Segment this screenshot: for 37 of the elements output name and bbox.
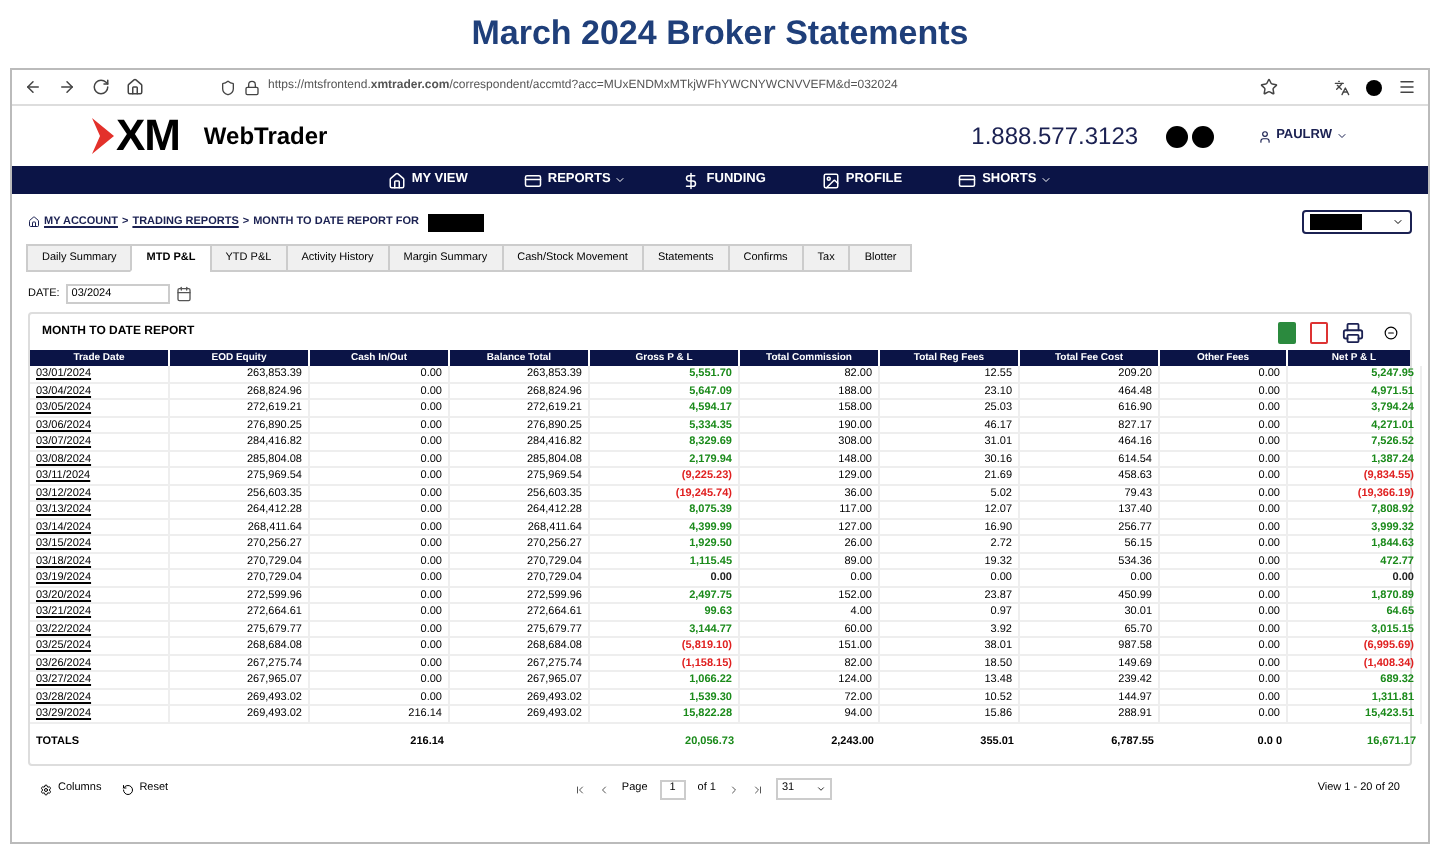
redacted-block [427, 213, 483, 231]
forward-icon[interactable] [58, 78, 76, 96]
shield-icon [220, 79, 236, 95]
phone-number: 1.888.577.3123 [971, 120, 1139, 154]
back-icon[interactable] [24, 78, 42, 96]
reset-icon[interactable] [121, 783, 134, 795]
calendar-icon[interactable] [175, 286, 192, 302]
excel-icon[interactable] [1278, 321, 1296, 343]
home-icon [387, 171, 406, 189]
profile-icon[interactable] [1366, 79, 1382, 95]
caret-icon [1392, 216, 1404, 228]
image-icon [821, 171, 840, 189]
user-icon [1258, 129, 1273, 143]
reload-icon[interactable] [92, 78, 110, 96]
page-title: March 2024 Broker Statements [469, 12, 971, 57]
logo: XM [116, 114, 180, 158]
caret-icon [815, 784, 826, 794]
home-icon [28, 216, 40, 228]
redacted-block [1310, 214, 1362, 230]
print-icon[interactable] [1342, 321, 1364, 343]
star-icon[interactable] [1260, 78, 1278, 96]
account-select[interactable] [1302, 210, 1412, 234]
card-icon [958, 171, 977, 189]
logo-arrow-icon [92, 118, 114, 154]
dollar-icon [682, 171, 701, 189]
lock-icon [244, 79, 260, 95]
pdf-icon[interactable] [1310, 321, 1328, 343]
translate-icon[interactable] [1334, 79, 1350, 95]
last-page-icon[interactable] [751, 783, 764, 795]
caret-icon [1336, 130, 1348, 142]
first-page-icon[interactable] [573, 783, 586, 795]
settings-icon[interactable] [40, 783, 52, 795]
card-icon [523, 171, 542, 189]
collapse-icon[interactable] [1384, 325, 1398, 339]
home-icon[interactable] [126, 78, 144, 96]
app-name: WebTrader [203, 120, 328, 154]
menu-icon[interactable] [1398, 78, 1416, 96]
